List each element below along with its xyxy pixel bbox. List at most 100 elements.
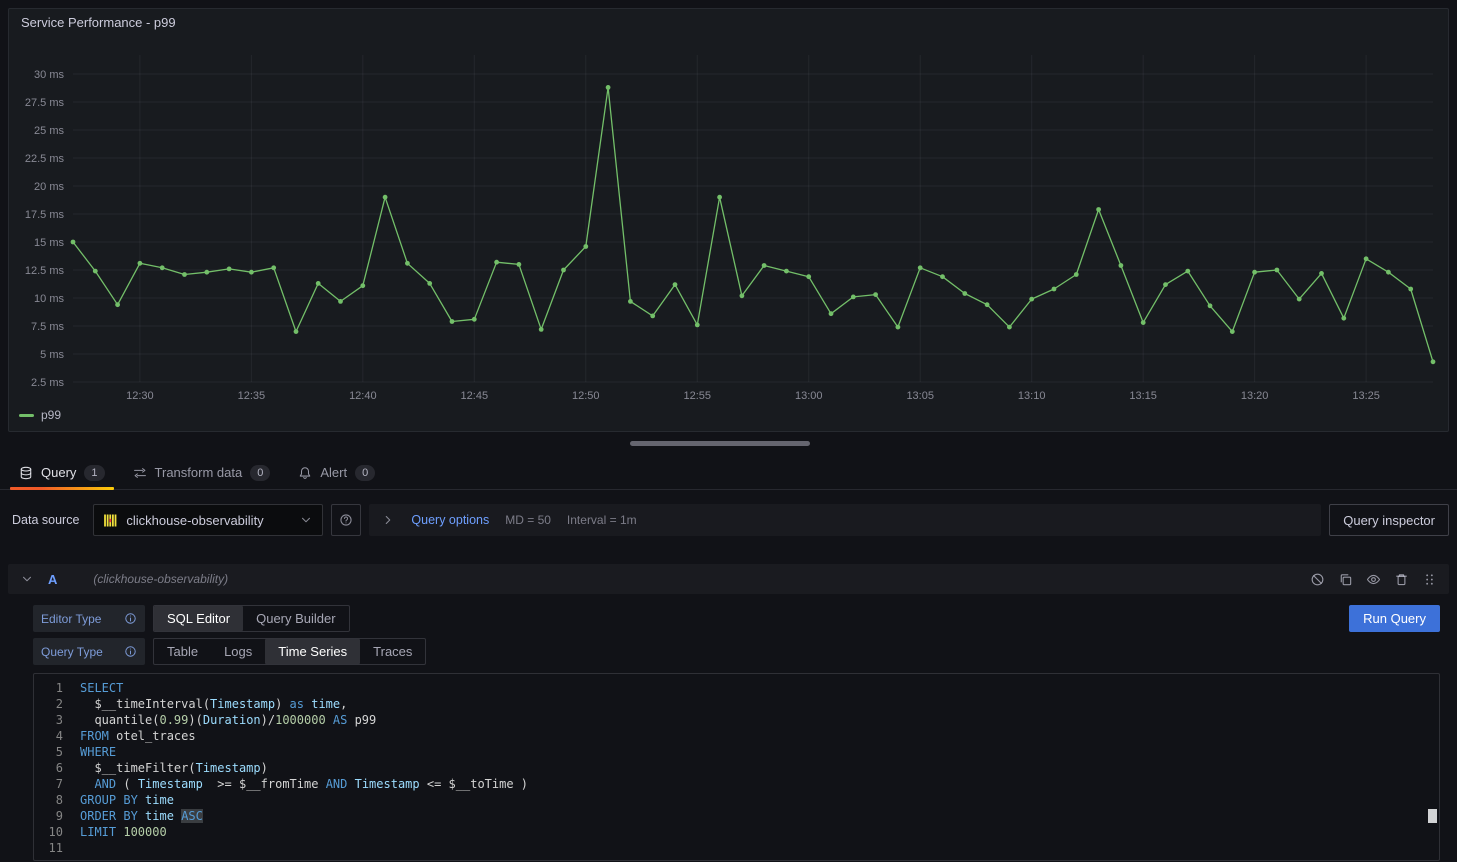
line-number: 10 xyxy=(34,824,80,840)
code-line-3[interactable]: 3 quantile(0.99)(Duration)/1000000 AS p9… xyxy=(34,712,1439,728)
info-icon[interactable] xyxy=(124,645,137,658)
svg-text:13:10: 13:10 xyxy=(1018,390,1046,402)
code-line-7[interactable]: 7 AND ( Timestamp >= $__fromTime AND Tim… xyxy=(34,776,1439,792)
query-type-row: Query Type TableLogsTime SeriesTraces xyxy=(33,638,1440,665)
code-line-10[interactable]: 10LIMIT 100000 xyxy=(34,824,1439,840)
timeseries-panel: Service Performance - p99 2.5 ms 5 ms 7.5 … xyxy=(8,8,1449,432)
svg-text:13:00: 13:00 xyxy=(795,390,823,402)
line-number: 7 xyxy=(34,776,80,792)
query-row-header[interactable]: A (clickhouse-observability) xyxy=(8,564,1449,594)
svg-text:12:40: 12:40 xyxy=(349,390,377,402)
query-options-link[interactable]: Query options xyxy=(411,513,489,527)
chevron-right-icon xyxy=(381,513,395,527)
svg-text:27.5 ms: 27.5 ms xyxy=(25,97,65,109)
query-type-group: TableLogsTime SeriesTraces xyxy=(153,638,426,665)
code-line-2[interactable]: 2 $__timeInterval(Timestamp) as time, xyxy=(34,696,1439,712)
chevron-down-icon xyxy=(299,513,313,527)
svg-text:13:15: 13:15 xyxy=(1129,390,1157,402)
bell-icon xyxy=(298,466,312,480)
datasource-picker[interactable]: clickhouse-observability xyxy=(93,504,323,536)
hide-response-icon[interactable] xyxy=(1366,572,1381,587)
sql-code-editor[interactable]: 1SELECT2 $__timeInterval(Timestamp) as t… xyxy=(33,673,1440,861)
tab-bar: Query 1 Transform data 0 Alert 0 xyxy=(0,456,1457,490)
interval-text: Interval = 1m xyxy=(567,513,637,527)
code-line-8[interactable]: 8GROUP BY time xyxy=(34,792,1439,808)
svg-text:5 ms: 5 ms xyxy=(40,349,64,361)
svg-text:13:20: 13:20 xyxy=(1241,390,1269,402)
datasource-picker-value: clickhouse-observability xyxy=(126,513,291,528)
scrollbar-thumb[interactable] xyxy=(630,441,810,446)
tab-transform-data[interactable]: Transform data 0 xyxy=(122,456,282,489)
code-line-1[interactable]: 1SELECT xyxy=(34,680,1439,696)
tab-badge: 1 xyxy=(84,465,104,481)
tab-alert[interactable]: Alert 0 xyxy=(287,456,386,489)
query-ref-id: A xyxy=(48,572,57,587)
svg-text:20 ms: 20 ms xyxy=(34,181,64,193)
query-type-option-table[interactable]: Table xyxy=(154,639,211,664)
svg-text:25 ms: 25 ms xyxy=(34,125,64,137)
editor-type-label: Editor Type xyxy=(41,612,101,626)
datasource-label: Data source xyxy=(12,513,79,527)
query-type-option-logs[interactable]: Logs xyxy=(211,639,265,664)
timeseries-chart[interactable]: 2.5 ms5 ms7.5 ms10 ms12.5 ms15 ms17.5 ms… xyxy=(9,35,1448,407)
editor-type-option-query-builder[interactable]: Query Builder xyxy=(243,606,348,631)
editor-type-option-sql-editor[interactable]: SQL Editor xyxy=(154,606,243,631)
legend-swatch xyxy=(19,414,34,417)
svg-text:30 ms: 30 ms xyxy=(34,69,64,81)
query-editor-body: Editor Type SQL EditorQuery Builder Run … xyxy=(8,594,1449,861)
legend-label[interactable]: p99 xyxy=(41,408,61,422)
query-row-actions xyxy=(1310,572,1437,587)
code-lines: 1SELECT2 $__timeInterval(Timestamp) as t… xyxy=(34,680,1439,856)
svg-text:13:25: 13:25 xyxy=(1352,390,1380,402)
editor-type-label-chip: Editor Type xyxy=(33,605,145,632)
svg-text:12:55: 12:55 xyxy=(683,390,711,402)
editor-type-row: Editor Type SQL EditorQuery Builder Run … xyxy=(33,605,1440,632)
question-circle-icon xyxy=(339,513,353,527)
tab-label: Transform data xyxy=(155,465,243,480)
svg-text:12:50: 12:50 xyxy=(572,390,600,402)
duplicate-query-icon[interactable] xyxy=(1338,572,1353,587)
svg-text:12:35: 12:35 xyxy=(238,390,266,402)
datasource-help-button[interactable] xyxy=(331,504,361,536)
tab-badge: 0 xyxy=(250,465,270,481)
delete-query-icon[interactable] xyxy=(1394,572,1409,587)
info-icon[interactable] xyxy=(124,612,137,625)
svg-text:12:30: 12:30 xyxy=(126,390,154,402)
line-number: 3 xyxy=(34,712,80,728)
svg-text:2.5 ms: 2.5 ms xyxy=(31,377,65,389)
clickhouse-logo-icon xyxy=(103,513,118,528)
line-number: 5 xyxy=(34,744,80,760)
datasource-row: Data source clickhouse-observability Que… xyxy=(8,504,1449,536)
code-line-5[interactable]: 5WHERE xyxy=(34,744,1439,760)
code-line-6[interactable]: 6 $__timeFilter(Timestamp) xyxy=(34,760,1439,776)
panel-header: Service Performance - p99 xyxy=(9,9,1448,35)
drag-handle-icon[interactable] xyxy=(1422,572,1437,587)
svg-text:22.5 ms: 22.5 ms xyxy=(25,153,65,165)
line-number: 6 xyxy=(34,760,80,776)
query-inspector-button[interactable]: Query inspector xyxy=(1329,504,1449,536)
query-options-bar[interactable]: Query options MD = 50 Interval = 1m xyxy=(369,504,1321,536)
query-type-option-traces[interactable]: Traces xyxy=(360,639,425,664)
line-number: 8 xyxy=(34,792,80,808)
query-type-label: Query Type xyxy=(41,645,103,659)
disable-query-icon[interactable] xyxy=(1310,572,1325,587)
line-number: 4 xyxy=(34,728,80,744)
svg-text:13:05: 13:05 xyxy=(906,390,934,402)
editor-type-group: SQL EditorQuery Builder xyxy=(153,605,350,632)
run-query-button[interactable]: Run Query xyxy=(1349,605,1440,632)
query-editor-row: A (clickhouse-observability) xyxy=(8,564,1449,861)
editor-overview-cursor xyxy=(1428,809,1437,823)
tab-label: Query xyxy=(41,465,76,480)
line-number: 2 xyxy=(34,696,80,712)
svg-text:7.5 ms: 7.5 ms xyxy=(31,321,65,333)
query-type-option-time-series[interactable]: Time Series xyxy=(265,639,360,664)
tab-badge: 0 xyxy=(355,465,375,481)
svg-text:17.5 ms: 17.5 ms xyxy=(25,209,65,221)
legend: p99 xyxy=(9,407,1448,422)
collapse-chevron-icon[interactable] xyxy=(20,572,34,586)
line-number: 1 xyxy=(34,680,80,696)
code-line-9[interactable]: 9ORDER BY time ASC xyxy=(34,808,1439,824)
code-line-4[interactable]: 4FROM otel_traces xyxy=(34,728,1439,744)
tab-query[interactable]: Query 1 xyxy=(8,456,116,489)
panel-title[interactable]: Service Performance - p99 xyxy=(21,15,176,30)
